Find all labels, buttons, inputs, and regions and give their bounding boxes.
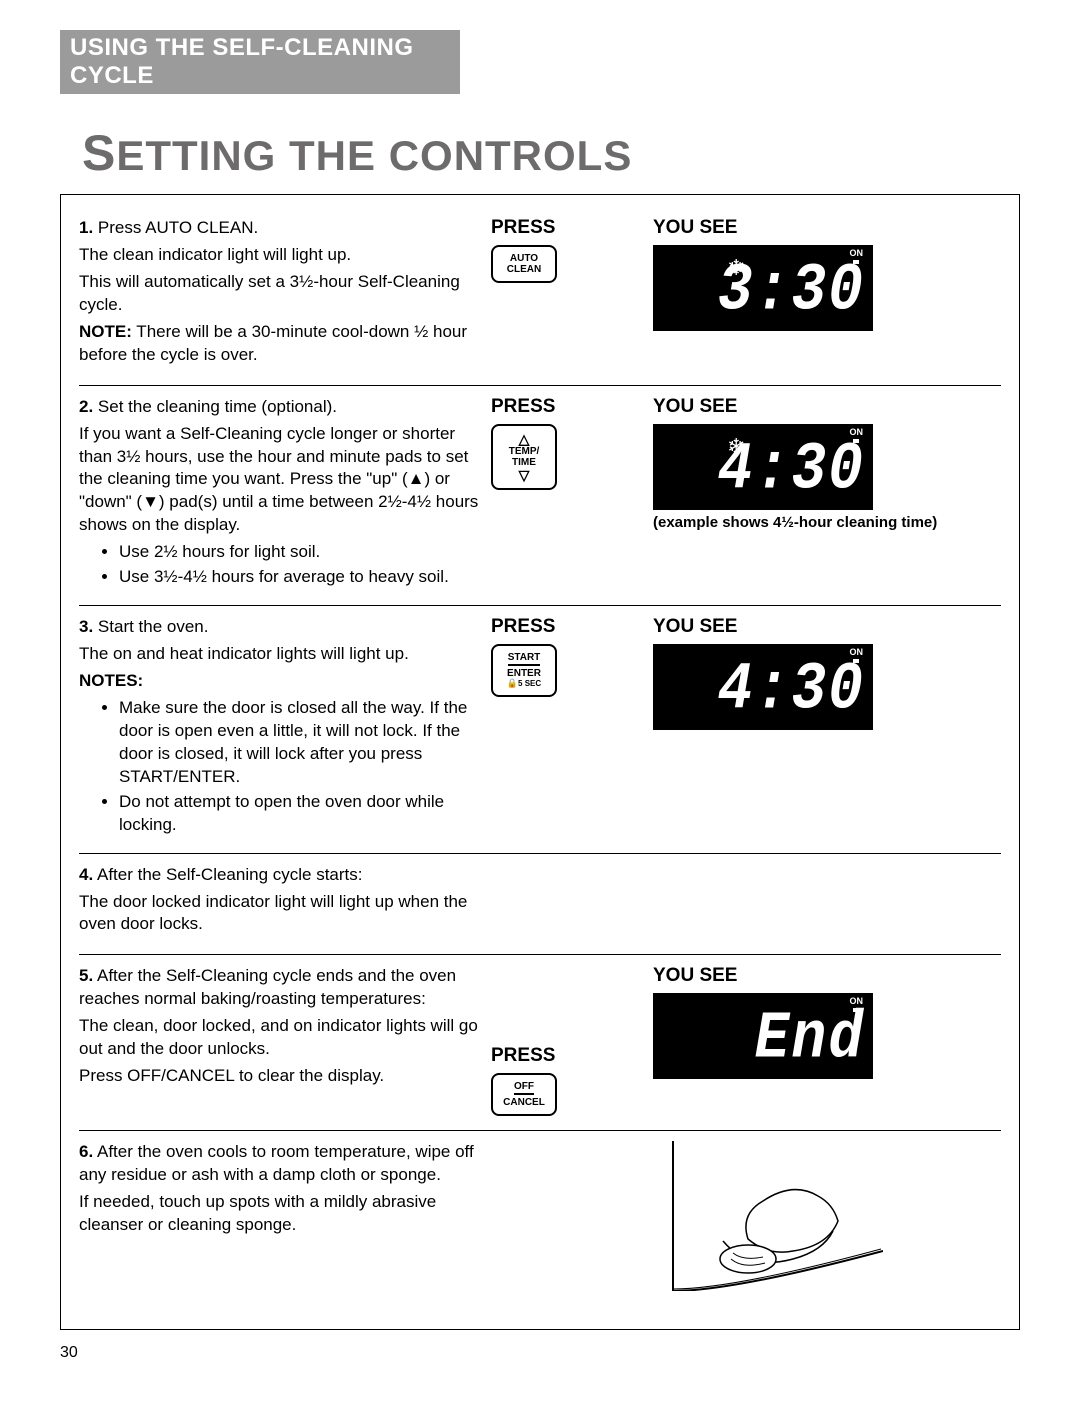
note-label: NOTE: bbox=[79, 322, 132, 341]
step-lead: After the oven cools to room temperature… bbox=[79, 1142, 474, 1184]
step-6: 6. After the oven cools to room temperat… bbox=[79, 1131, 1001, 1305]
start-enter-button-icon: START ENTER 5 SEC bbox=[491, 644, 557, 697]
content-frame: 1. Press AUTO CLEAN. The clean indicator… bbox=[60, 194, 1020, 1330]
step-body: Press OFF/CANCEL to clear the display. bbox=[79, 1065, 479, 1088]
display-caption: (example shows 4½-hour cleaning time) bbox=[653, 514, 943, 532]
step-5: 5. After the Self-Cleaning cycle ends an… bbox=[79, 955, 1001, 1131]
display-panel: ON ❄ 3:30 bbox=[653, 245, 873, 331]
display-digits: 4:30 bbox=[718, 433, 865, 508]
step-lead: After the Self-Cleaning cycle starts: bbox=[97, 865, 363, 884]
step-number: 2. bbox=[79, 397, 93, 416]
down-arrow-icon: ▽ bbox=[495, 468, 553, 482]
bullet-item: Make sure the door is closed all the way… bbox=[119, 697, 479, 789]
display-panel: ON End bbox=[653, 993, 873, 1079]
auto-clean-button-icon: AUTO CLEAN bbox=[491, 245, 557, 283]
step-number: 3. bbox=[79, 617, 93, 636]
step-body: The on and heat indicator lights will li… bbox=[79, 643, 479, 666]
step-body: If needed, touch up spots with a mildly … bbox=[79, 1191, 479, 1237]
section-header: USING THE SELF-CLEANING CYCLE bbox=[60, 30, 460, 94]
page-title: SETTING THE CONTROLS bbox=[82, 124, 1020, 182]
step-number: 5. bbox=[79, 966, 93, 985]
step-body: If you want a Self-Cleaning cycle longer… bbox=[79, 423, 479, 538]
bullet-item: Use 2½ hours for light soil. bbox=[119, 541, 479, 564]
page-number: 30 bbox=[60, 1344, 1020, 1362]
temp-time-button-icon: △ TEMP/ TIME ▽ bbox=[491, 424, 557, 490]
note-text: There will be a 30-minute cool-down ½ ho… bbox=[79, 322, 467, 364]
you-see-heading: YOU SEE bbox=[653, 396, 943, 418]
display-digits: 4:30 bbox=[718, 653, 865, 728]
display-panel: ON ❄ 4:30 bbox=[653, 424, 873, 510]
step-body: The clean, door locked, and on indicator… bbox=[79, 1015, 479, 1061]
display-panel: ON 4:30 bbox=[653, 644, 873, 730]
display-digits: 3:30 bbox=[718, 254, 865, 329]
step-4: 4. After the Self-Cleaning cycle starts:… bbox=[79, 854, 1001, 956]
step-body: The clean indicator light will light up. bbox=[79, 244, 479, 267]
step-body: The door locked indicator light will lig… bbox=[79, 891, 479, 937]
step-lead: Start the oven. bbox=[98, 617, 209, 636]
press-heading: PRESS bbox=[491, 616, 641, 638]
you-see-heading: YOU SEE bbox=[653, 616, 943, 638]
step-body: This will automatically set a 3½-hour Se… bbox=[79, 271, 479, 317]
step-lead: After the Self-Cleaning cycle ends and t… bbox=[79, 966, 456, 1008]
step-1: 1. Press AUTO CLEAN. The clean indicator… bbox=[79, 207, 1001, 386]
press-heading: PRESS bbox=[491, 1045, 641, 1067]
notes-label: NOTES: bbox=[79, 671, 143, 690]
you-see-heading: YOU SEE bbox=[653, 965, 943, 987]
step-3: 3. Start the oven. The on and heat indic… bbox=[79, 606, 1001, 853]
press-heading: PRESS bbox=[491, 217, 641, 239]
wiping-illustration-icon bbox=[653, 1141, 883, 1291]
step-lead: Set the cleaning time (optional). bbox=[98, 397, 337, 416]
display-digits: End bbox=[755, 1003, 865, 1078]
step-lead: Press AUTO CLEAN. bbox=[98, 218, 258, 237]
step-number: 6. bbox=[79, 1142, 93, 1161]
press-heading: PRESS bbox=[491, 396, 641, 418]
up-arrow-icon: △ bbox=[495, 432, 553, 446]
you-see-heading: YOU SEE bbox=[653, 217, 943, 239]
off-cancel-button-icon: OFF CANCEL bbox=[491, 1073, 557, 1116]
bullet-item: Do not attempt to open the oven door whi… bbox=[119, 791, 479, 837]
step-2: 2. Set the cleaning time (optional). If … bbox=[79, 386, 1001, 607]
bullet-item: Use 3½-4½ hours for average to heavy soi… bbox=[119, 566, 479, 589]
step-number: 4. bbox=[79, 865, 93, 884]
step-number: 1. bbox=[79, 218, 93, 237]
lock-icon bbox=[507, 679, 518, 688]
